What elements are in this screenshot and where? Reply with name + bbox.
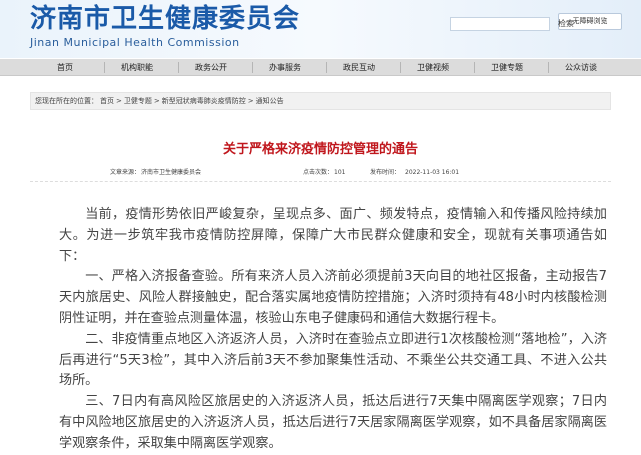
nav-divider <box>252 62 253 73</box>
main-nav: 首页 机构职能 政务公开 办事服务 政民互动 卫健视频 卫健专题 公众访谈 <box>0 59 641 76</box>
article-paragraph: 三、7日内有高风险区旅居史的入济返济人员，抵达后进行7天集中隔离医学观察；7日内… <box>59 394 607 451</box>
nav-item-topics[interactable]: 卫健专题 <box>477 59 537 76</box>
article-paragraph: 二、非疫情重点地区入济返济人员，入济时在查验点立即进行1次核酸检测“落地检”，入… <box>59 331 607 389</box>
nav-divider <box>474 62 475 73</box>
nav-item-videos[interactable]: 卫健视频 <box>403 59 463 76</box>
nav-item-gov-affairs[interactable]: 政务公开 <box>181 59 241 76</box>
breadcrumb-separator: > <box>153 97 160 105</box>
nav-divider <box>326 62 327 73</box>
search-input[interactable] <box>450 17 550 31</box>
nav-divider <box>178 62 179 73</box>
nav-item-interviews[interactable]: 公众访谈 <box>551 59 611 76</box>
clicks-label: 点击次数： <box>303 169 334 176</box>
article-body: 当前，疫情形势依旧严峻复杂，呈现点多、面广、频发特点，疫情输入和传播风险持续加大… <box>59 205 607 455</box>
article-paragraph: 一、严格入济报备查验。所有来济人员入济前必须提前3天向目的地社区报备，主动报告7… <box>59 269 607 326</box>
article-meta: 文章来源： 济南市卫生健康委员会 点击次数： 101 发布时间： 2022-11… <box>30 164 611 182</box>
breadcrumb-item-home[interactable]: 首页 <box>100 97 114 105</box>
site-header: 济南市卫生健康委员会 Jinan Municipal Health Commis… <box>0 0 641 58</box>
search-button[interactable]: 检索 <box>553 17 579 31</box>
nav-divider <box>400 62 401 73</box>
source-value: 济南市卫生健康委员会 <box>141 169 202 176</box>
site-logo[interactable]: 济南市卫生健康委员会 Jinan Municipal Health Commis… <box>30 2 300 50</box>
nav-divider <box>104 62 105 73</box>
site-title-cn: 济南市卫生健康委员会 <box>30 4 301 34</box>
nav-item-home[interactable]: 首页 <box>35 59 95 76</box>
source-label: 文章来源： <box>110 169 141 176</box>
publish-time-value: 2022-11-03 16:01 <box>405 169 460 176</box>
breadcrumb-item-covid[interactable]: 新型冠状病毒肺炎疫情防控 <box>162 97 246 105</box>
clicks-value: 101 <box>334 169 346 176</box>
breadcrumb-item-topics[interactable]: 卫健专题 <box>124 97 152 105</box>
breadcrumb: 您现在所在的位置： 首页 > 卫健专题 > 新型冠状病毒肺炎疫情防控 > 通知公告 <box>30 92 611 110</box>
breadcrumb-separator: > <box>116 97 122 105</box>
article-paragraph: 当前，疫情形势依旧严峻复杂，呈现点多、面广、频发特点，疫情输入和传播风险持续加大… <box>59 207 607 264</box>
breadcrumb-separator: > <box>247 97 254 105</box>
nav-item-functions[interactable]: 机构职能 <box>107 59 167 76</box>
publish-time-label: 发布时间： <box>370 169 401 176</box>
nav-divider <box>548 62 549 73</box>
breadcrumb-prefix: 您现在所在的位置： <box>35 97 98 105</box>
site-title-en: Jinan Municipal Health Commission <box>30 36 240 49</box>
nav-item-services[interactable]: 办事服务 <box>255 59 315 76</box>
breadcrumb-item-notices[interactable]: 通知公告 <box>256 97 284 105</box>
article-title: 关于严格来济疫情防控管理的通告 <box>222 142 418 157</box>
nav-item-interaction[interactable]: 政民互动 <box>329 59 389 76</box>
